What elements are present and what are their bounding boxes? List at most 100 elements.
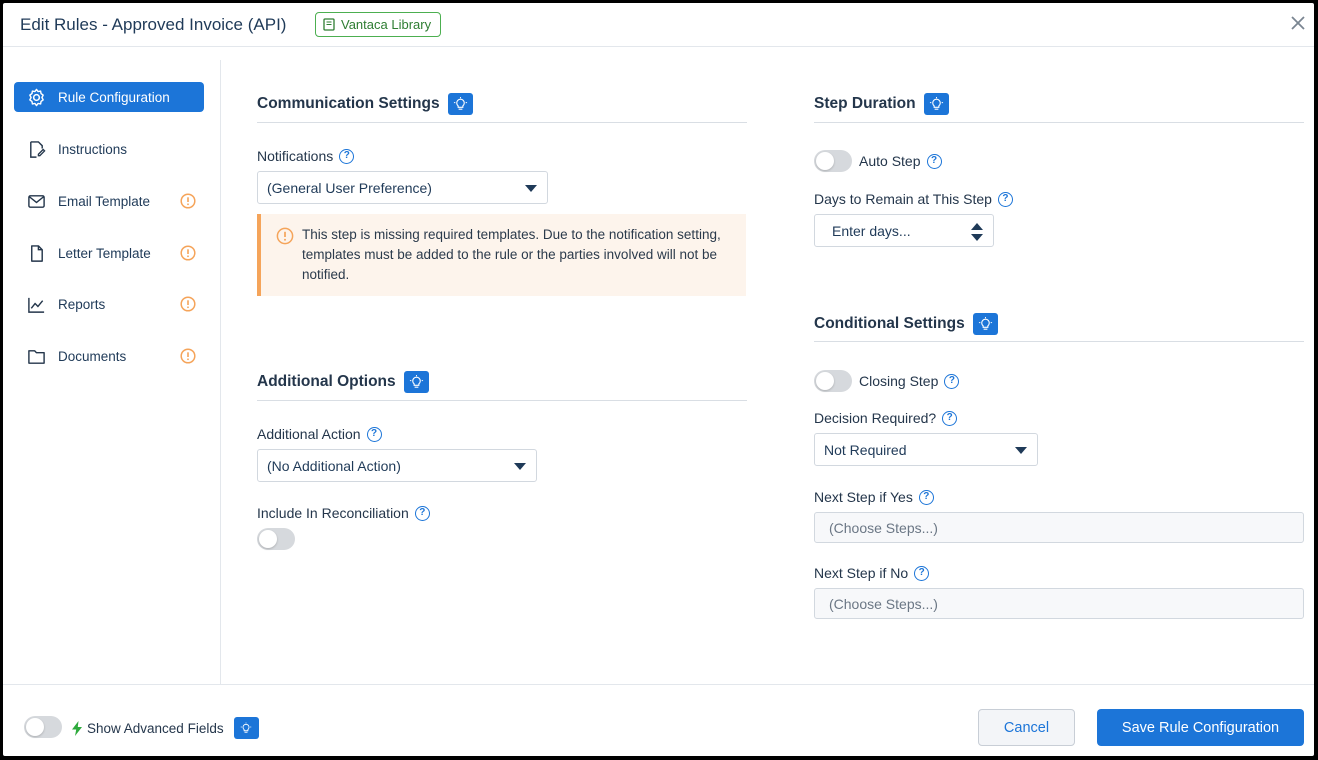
caret-down-icon: [514, 463, 526, 470]
additional-options-heading: Additional Options: [257, 371, 429, 393]
next-step-no-label: Next Step if No ?: [814, 565, 930, 581]
decision-required-label: Decision Required? ?: [814, 410, 958, 426]
sidebar-item-documents[interactable]: Documents: [14, 341, 204, 371]
help-icon[interactable]: ?: [414, 505, 430, 521]
additional-action-label: Additional Action ?: [257, 426, 382, 442]
sidebar-item-letter-template[interactable]: Letter Template: [14, 238, 204, 268]
section-title: Additional Options: [257, 373, 396, 390]
lightbulb-icon[interactable]: [403, 371, 429, 393]
next-step-no-input[interactable]: (Choose Steps...): [814, 588, 1304, 619]
section-title: Communication Settings: [257, 95, 440, 112]
help-icon[interactable]: ?: [366, 426, 382, 442]
lightbulb-icon[interactable]: [972, 313, 998, 335]
include-reconciliation-toggle[interactable]: [257, 528, 295, 550]
warning-icon: [180, 348, 196, 364]
select-value: Not Required: [824, 441, 907, 458]
alert-text: This step is missing required templates.…: [302, 227, 721, 282]
lightbulb-icon[interactable]: [233, 717, 259, 739]
gear-icon: [26, 87, 46, 107]
sidebar-item-reports[interactable]: Reports: [14, 289, 204, 319]
sidebar-item-label: Documents: [58, 348, 127, 364]
vantaca-library-badge[interactable]: Vantaca Library: [315, 12, 442, 37]
label-text: Notifications: [257, 148, 334, 164]
help-icon[interactable]: ?: [942, 410, 958, 426]
help-icon[interactable]: ?: [944, 373, 960, 389]
save-rule-configuration-button[interactable]: Save Rule Configuration: [1097, 709, 1304, 746]
help-icon[interactable]: ?: [339, 148, 355, 164]
edit-document-icon: [26, 139, 46, 159]
label-text: Decision Required?: [814, 410, 937, 426]
communication-settings-heading: Communication Settings: [257, 93, 473, 115]
input-placeholder: (Choose Steps...): [829, 595, 938, 612]
label-text: Days to Remain at This Step: [814, 191, 992, 207]
label-text: Additional Action: [257, 426, 361, 442]
label-text: Auto Step: [859, 153, 921, 169]
folder-icon: [26, 346, 46, 366]
help-icon[interactable]: ?: [914, 565, 930, 581]
section-title: Conditional Settings: [814, 315, 965, 332]
divider: [814, 341, 1304, 342]
divider: [257, 400, 747, 401]
label-text: Show Advanced Fields: [87, 720, 224, 736]
sidebar-item-rule-configuration[interactable]: Rule Configuration: [14, 82, 204, 112]
envelope-icon: [26, 191, 46, 211]
help-icon[interactable]: ?: [926, 153, 942, 169]
auto-step-toggle[interactable]: [814, 150, 852, 172]
modal-header: Edit Rules - Approved Invoice (API) Vant…: [3, 3, 1314, 47]
closing-step-toggle[interactable]: [814, 370, 852, 392]
modal-footer: Show Advanced Fields Cancel Save Rule Co…: [3, 684, 1314, 756]
select-value: (General User Preference): [267, 179, 432, 196]
label-text: Closing Step: [859, 373, 939, 389]
library-badge-label: Vantaca Library: [341, 17, 432, 32]
help-icon[interactable]: ?: [918, 489, 934, 505]
lightbulb-icon[interactable]: [447, 93, 473, 115]
sidebar-item-label: Rule Configuration: [58, 89, 170, 105]
label-text: Next Step if No: [814, 565, 909, 581]
section-title: Step Duration: [814, 95, 916, 112]
label-text: Next Step if Yes: [814, 489, 913, 505]
conditional-settings-heading: Conditional Settings: [814, 313, 998, 335]
label-text: Include In Reconciliation: [257, 505, 409, 521]
input-placeholder: (Choose Steps...): [829, 519, 938, 536]
sidebar-item-email-template[interactable]: Email Template: [14, 186, 204, 216]
days-remain-label: Days to Remain at This Step ?: [814, 191, 1013, 207]
line-chart-icon: [26, 294, 46, 314]
caret-down-icon: [1015, 447, 1027, 454]
show-advanced-fields-label: Show Advanced Fields: [71, 717, 259, 739]
days-remain-input[interactable]: Enter days...: [814, 214, 994, 247]
sidebar-item-label: Email Template: [58, 193, 151, 209]
closing-step-label: Closing Step ?: [859, 373, 960, 389]
warning-icon: [180, 193, 196, 209]
divider: [814, 122, 1304, 123]
sidebar-item-label: Reports: [58, 296, 106, 312]
caret-down-icon: [525, 185, 537, 192]
notifications-select[interactable]: (General User Preference): [257, 171, 548, 204]
show-advanced-fields-toggle[interactable]: [24, 716, 62, 738]
cancel-button[interactable]: Cancel: [978, 709, 1075, 746]
select-value: (No Additional Action): [267, 457, 401, 474]
include-reconciliation-label: Include In Reconciliation ?: [257, 505, 430, 521]
divider: [257, 122, 747, 123]
decision-required-select[interactable]: Not Required: [814, 433, 1038, 466]
notifications-label: Notifications ?: [257, 148, 355, 164]
sidebar-item-label: Instructions: [58, 141, 128, 157]
step-duration-heading: Step Duration: [814, 93, 949, 115]
file-icon: [26, 243, 46, 263]
additional-action-select[interactable]: (No Additional Action): [257, 449, 537, 482]
lightning-icon: [72, 720, 82, 736]
help-icon[interactable]: ?: [997, 191, 1013, 207]
warning-icon: [276, 227, 294, 245]
lightbulb-icon[interactable]: [923, 93, 949, 115]
next-step-yes-label: Next Step if Yes ?: [814, 489, 934, 505]
next-step-yes-input[interactable]: (Choose Steps...): [814, 512, 1304, 543]
sidebar-item-instructions[interactable]: Instructions: [14, 134, 204, 164]
missing-templates-alert: This step is missing required templates.…: [257, 214, 746, 296]
number-spinner-icon[interactable]: [971, 223, 983, 241]
modal-title: Edit Rules - Approved Invoice (API): [20, 15, 287, 34]
auto-step-label: Auto Step ?: [859, 153, 942, 169]
book-icon: [323, 18, 335, 31]
input-placeholder: Enter days...: [832, 222, 911, 239]
close-icon[interactable]: [1286, 11, 1310, 35]
edit-rules-modal: Edit Rules - Approved Invoice (API) Vant…: [3, 3, 1314, 756]
sidebar-item-label: Letter Template: [58, 245, 151, 261]
